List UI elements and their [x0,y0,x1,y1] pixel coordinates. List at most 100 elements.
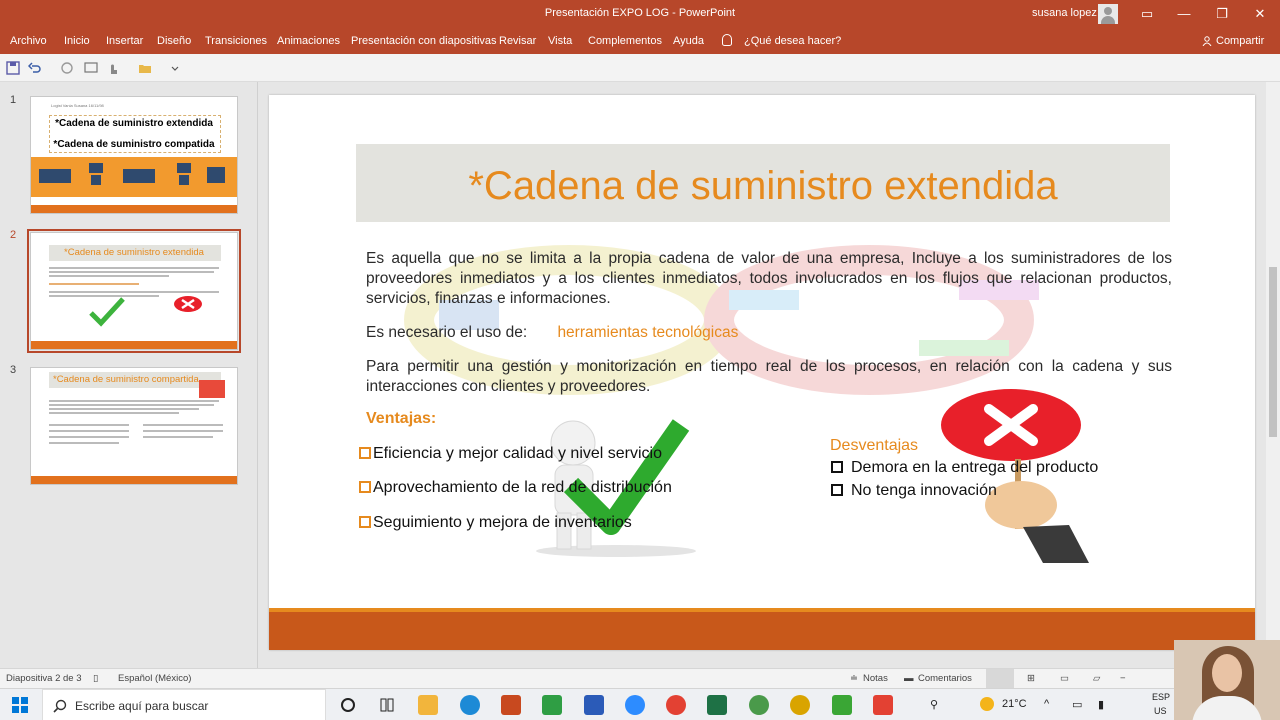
thumbnail-1-footer [31,205,237,213]
tab-insertar[interactable]: Insertar [106,35,143,47]
search-placeholder: Escribe aquí para buscar [75,699,209,713]
reading-view-icon[interactable]: ▭ [1060,673,1069,684]
thumbnail-slide-1[interactable]: Logist Vania Susana 16/11/98 *Cadena de … [30,96,238,214]
accessibility-icon[interactable]: ▯ [93,673,98,684]
slide-title: *Cadena de suministro extendida [468,164,1058,208]
temperature[interactable]: 21°C [1002,698,1027,710]
powerpoint-taskbar-icon[interactable] [501,695,521,715]
start-from-beginning-icon[interactable] [84,61,98,75]
slide-sorter-icon[interactable]: ⊞ [1027,673,1035,684]
thumbnail-slide-2[interactable]: *Cadena de suministro extendida [27,229,241,353]
weather-icon[interactable] [980,697,994,711]
open-folder-icon[interactable] [138,61,152,75]
taskbar-search-box[interactable]: Escribe aquí para buscar [42,689,326,720]
comments-button[interactable]: Comentarios [918,673,972,684]
excel-icon[interactable] [707,695,727,715]
status-bar: Diapositiva 2 de 3 ▯ Español (México) ≐ … [0,668,1280,688]
tell-me-search[interactable]: ¿Qué desea hacer? [744,35,841,47]
definition-paragraph: Es aquella que no se limita a la propia … [366,250,1172,307]
windows-start-icon[interactable] [12,697,28,713]
checkbox-bullet-icon [359,481,371,493]
zoom-out-icon[interactable]: − [1120,673,1126,684]
battery-icon[interactable]: ▭ [1072,698,1082,711]
search-icon [53,699,67,713]
tab-archivo[interactable]: Archivo [10,35,47,47]
thumbnail-2-x-icon [174,296,202,312]
microphone-icon[interactable]: ▮ [1098,698,1104,711]
desventaja-item-2: No tenga innovación [831,482,997,500]
slide-footer-band [269,608,1255,650]
required-tools-label: Es necesario el uso de: [366,324,528,341]
thumbnail-1-line-1: *Cadena de suministro extendida [55,118,213,129]
tab-transiciones[interactable]: Transiciones [205,35,267,47]
chrome-profile-icon[interactable] [749,695,769,715]
ribbon-display-options-icon[interactable]: ▭ [1137,4,1157,24]
word-icon[interactable] [584,695,604,715]
red-app-icon[interactable] [873,695,893,715]
chrome-icon[interactable] [666,695,686,715]
tab-vista[interactable]: Vista [548,35,572,47]
input-region[interactable]: US [1154,706,1167,716]
notes-icon[interactable]: ≐ [850,673,858,684]
slideshow-icon[interactable]: ▱ [1093,673,1100,684]
webcam-presenter-video [1174,640,1280,720]
thumbnail-3-title: *Cadena de suministro compartida [53,374,199,385]
minimize-icon[interactable]: — [1174,4,1194,24]
vertical-scrollbar[interactable] [1266,82,1280,668]
share-button[interactable]: Compartir [1216,35,1264,47]
checkbox-bullet-icon [359,447,371,459]
thumbnail-1-orange-band [31,157,237,197]
ventaja-item-2: Aprovechamiento de la red de distribució… [359,479,672,497]
tab-presentacion[interactable]: Presentación con diapositivas [351,35,497,47]
ventaja-item-3: Seguimiento y mejora de inventarios [359,514,632,532]
title-placeholder[interactable]: *Cadena de suministro extendida [356,144,1170,222]
redo-icon[interactable] [60,61,74,75]
thumbnail-number-1: 1 [10,94,17,106]
tab-revisar[interactable]: Revisar [499,35,536,47]
edge-icon[interactable] [460,695,480,715]
close-icon[interactable]: ✕ [1250,4,1270,24]
tab-diseno[interactable]: Diseño [157,35,191,47]
powerpoint-window: Presentación EXPO LOG - PowerPoint susan… [0,0,1280,720]
comments-icon[interactable]: ▬ [904,673,914,684]
task-view-icon[interactable] [377,695,397,715]
tray-chevron-icon[interactable]: ^ [1044,698,1049,710]
save-icon[interactable] [6,61,20,75]
tab-ayuda[interactable]: Ayuda [673,35,704,47]
green-app-icon[interactable] [832,695,852,715]
thumbnail-2-title: *Cadena de suministro extendida [64,247,204,258]
checkbox-bullet-icon [831,461,843,473]
notes-button[interactable]: Notas [863,673,888,684]
language-indicator[interactable]: Español (México) [118,673,191,684]
chrome-profile-2-icon[interactable] [790,695,810,715]
slide-thumbnails-pane: 1 Logist Vania Susana 16/11/98 *Cadena d… [0,82,258,668]
slide-editing-area: *Cadena de suministro extendida Es aquel… [258,82,1266,668]
input-language[interactable]: ESP [1152,692,1170,702]
required-tools-paragraph: Es necesario el uso de: herramientas tec… [366,323,1172,343]
undo-icon[interactable] [28,61,42,75]
tab-animaciones[interactable]: Animaciones [277,35,340,47]
touch-mode-icon[interactable] [106,61,120,75]
thumbnail-2-check-icon [89,297,125,327]
normal-view-icon[interactable] [986,669,1014,688]
user-name[interactable]: susana lopez [1032,7,1097,19]
people-icon[interactable]: ⚲ [930,698,938,711]
customize-qat-chevron-icon[interactable] [168,61,182,75]
charts-app-icon[interactable] [542,695,562,715]
slide-counter[interactable]: Diapositiva 2 de 3 [6,673,82,684]
zoom-icon[interactable] [625,695,645,715]
tab-complementos[interactable]: Complementos [588,35,662,47]
thumbnail-number-2: 2 [10,229,17,241]
thumbnail-1-icons [39,163,225,185]
red-x-sign-image [941,389,1089,563]
thumbnail-slide-3[interactable]: *Cadena de suministro compartida [30,367,238,485]
file-explorer-icon[interactable] [418,695,438,715]
tab-inicio[interactable]: Inicio [64,35,90,47]
thumbnail-2-footer [31,341,237,349]
user-avatar-icon[interactable] [1098,4,1118,24]
scrollbar-thumb[interactable] [1269,267,1277,437]
cortana-icon[interactable] [338,695,358,715]
maximize-icon[interactable]: ❐ [1212,4,1232,24]
current-slide[interactable]: *Cadena de suministro extendida Es aquel… [269,95,1255,650]
quick-access-toolbar [0,54,1280,82]
